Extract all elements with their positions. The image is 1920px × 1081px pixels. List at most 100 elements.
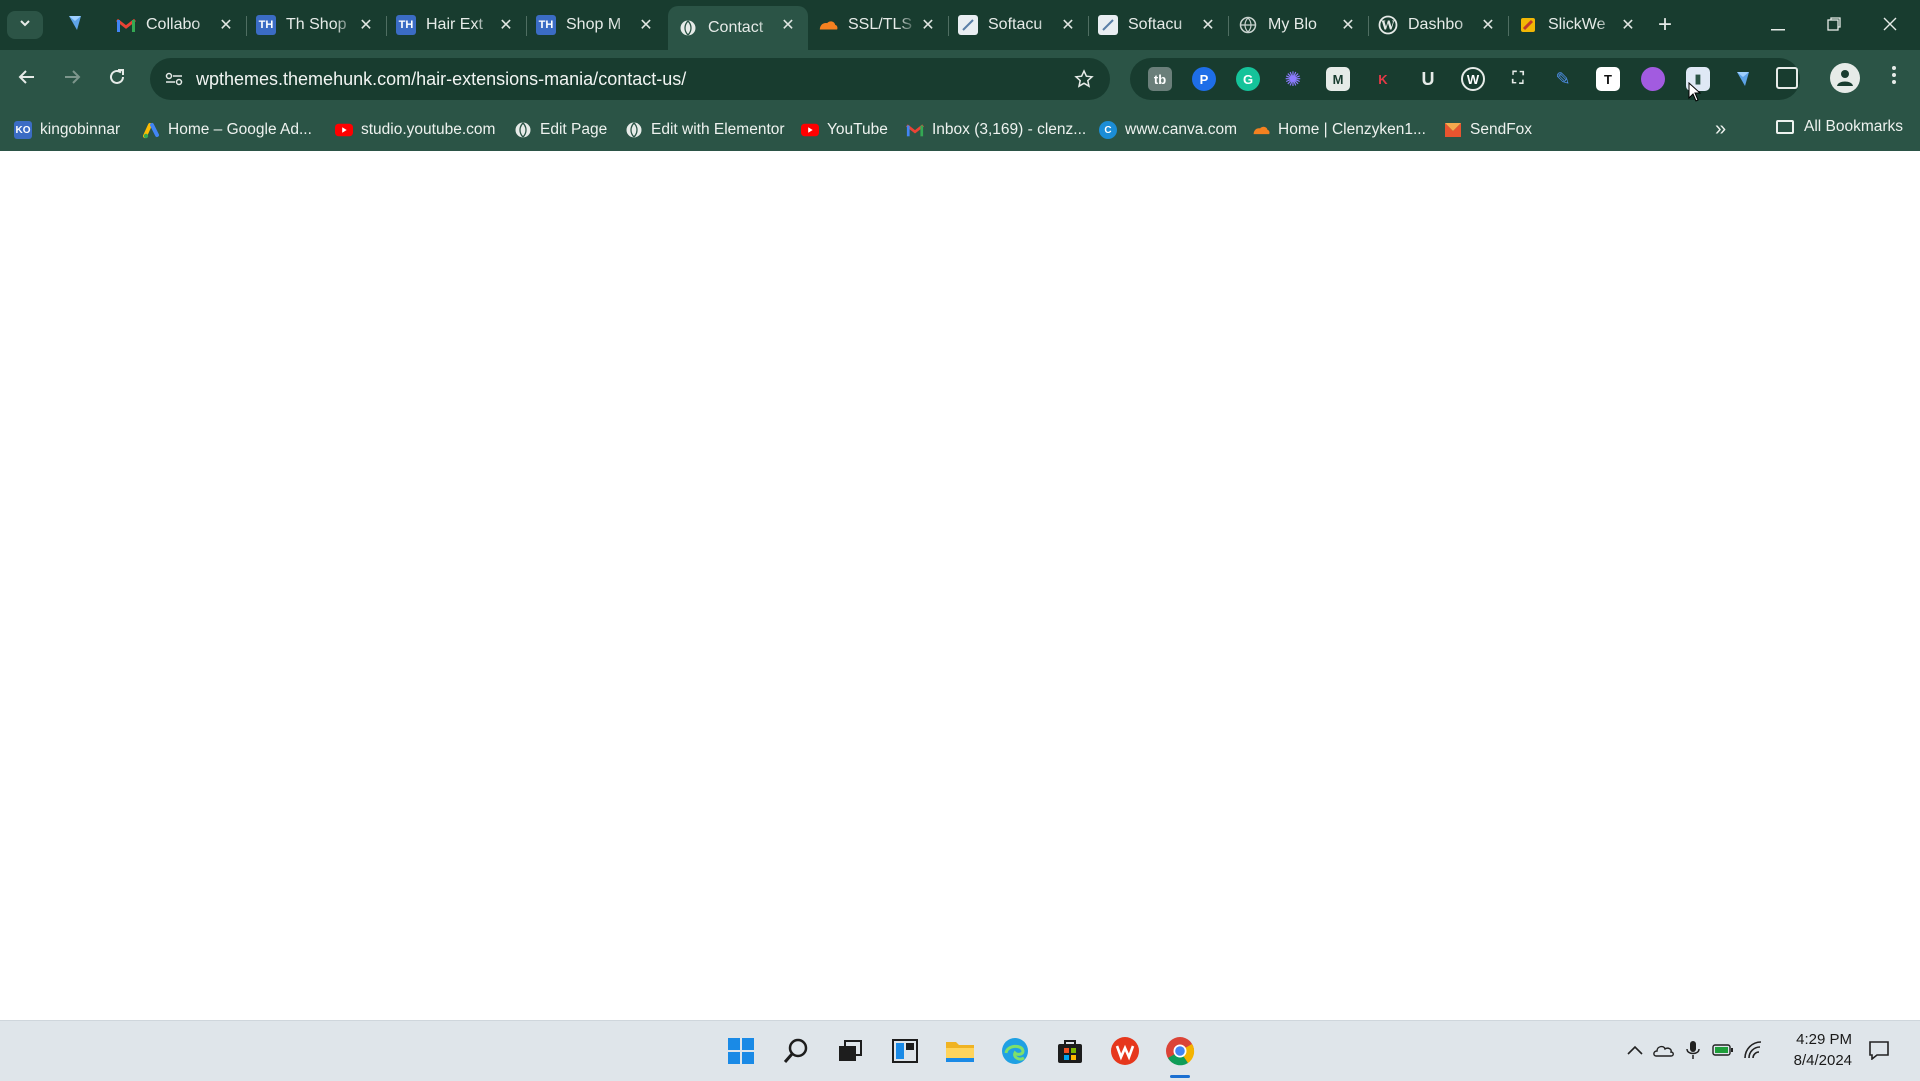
bookmark-item[interactable]: KO kingobinnar bbox=[14, 118, 120, 142]
file-explorer-icon[interactable] bbox=[940, 1031, 980, 1071]
close-icon[interactable]: ✕ bbox=[1478, 15, 1498, 35]
address-url[interactable]: wpthemes.themehunk.com/hair-extensions-m… bbox=[196, 69, 686, 90]
bookmark-item[interactable]: Home – Google Ad... bbox=[142, 118, 312, 142]
tab-active[interactable]: Contact ✕ bbox=[668, 6, 808, 50]
wifi-icon[interactable] bbox=[1742, 1039, 1764, 1061]
ko-icon: KO bbox=[14, 121, 32, 139]
page-viewport[interactable] bbox=[0, 151, 1920, 1020]
bookmark-item[interactable]: YouTube bbox=[801, 118, 888, 142]
tab[interactable]: Softacu ✕ bbox=[1088, 6, 1228, 44]
bookmark-star-icon[interactable] bbox=[1072, 67, 1096, 91]
profile-avatar[interactable] bbox=[1830, 63, 1860, 93]
extensions-puzzle-icon[interactable] bbox=[1776, 67, 1798, 89]
wordpress-detector-icon[interactable]: W bbox=[1461, 67, 1485, 91]
forward-button[interactable] bbox=[55, 62, 89, 96]
tab[interactable]: Softacu ✕ bbox=[948, 6, 1088, 44]
bookmark-label: SendFox bbox=[1470, 121, 1533, 138]
bookmark-label: YouTube bbox=[827, 121, 888, 138]
tab[interactable]: W Dashbo ✕ bbox=[1368, 6, 1508, 44]
tab-search-button[interactable] bbox=[7, 11, 43, 39]
grammarly-icon[interactable]: G bbox=[1236, 67, 1260, 91]
close-icon[interactable]: ✕ bbox=[1338, 15, 1358, 35]
close-icon[interactable]: ✕ bbox=[356, 15, 376, 35]
tab[interactable]: TH Th Shop ✕ bbox=[246, 6, 386, 44]
bookmark-label: Home | Clenzyken1... bbox=[1278, 121, 1426, 138]
quill-pen-icon[interactable]: ✎ bbox=[1551, 67, 1575, 91]
close-icon[interactable]: ✕ bbox=[1618, 15, 1638, 35]
close-window-button[interactable] bbox=[1862, 0, 1918, 50]
sendfox-icon bbox=[1444, 121, 1462, 139]
task-view-icon[interactable] bbox=[830, 1031, 870, 1071]
bookmark-item[interactable]: Edit Page bbox=[514, 118, 607, 142]
tab[interactable]: My Blo ✕ bbox=[1228, 6, 1368, 44]
close-icon[interactable]: ✕ bbox=[496, 15, 516, 35]
wps-office-icon[interactable] bbox=[1105, 1031, 1145, 1071]
close-icon[interactable]: ✕ bbox=[778, 15, 798, 35]
bookmark-item[interactable]: Inbox (3,169) - clenz... bbox=[906, 118, 1086, 142]
mouse-cursor-icon bbox=[1688, 82, 1702, 102]
back-button[interactable] bbox=[10, 62, 44, 96]
bookmark-item[interactable]: SendFox bbox=[1444, 118, 1532, 142]
search-icon[interactable] bbox=[776, 1031, 816, 1071]
edge-icon[interactable] bbox=[995, 1031, 1035, 1071]
bookmark-item[interactable]: Home | Clenzyken1... bbox=[1252, 118, 1426, 142]
site-info-icon[interactable] bbox=[162, 67, 186, 91]
perplexity-icon[interactable]: ✺ bbox=[1281, 67, 1305, 91]
chrome-icon[interactable] bbox=[1160, 1031, 1200, 1078]
close-icon[interactable]: ✕ bbox=[918, 15, 938, 35]
loom-icon[interactable] bbox=[1641, 67, 1665, 91]
bookmark-label: Edit with Elementor bbox=[651, 121, 785, 138]
bookmark-item[interactable]: C www.canva.com bbox=[1099, 118, 1237, 142]
address-bar[interactable]: wpthemes.themehunk.com/hair-extensions-m… bbox=[150, 58, 1110, 100]
more-bookmarks-button[interactable]: » bbox=[1715, 118, 1726, 141]
widgets-icon[interactable] bbox=[885, 1031, 925, 1071]
tab-title: Dashbo bbox=[1408, 16, 1464, 33]
close-icon[interactable]: ✕ bbox=[1058, 15, 1078, 35]
windows-start-icon[interactable] bbox=[721, 1031, 761, 1071]
toolbox-icon[interactable]: tb bbox=[1148, 67, 1172, 91]
close-icon[interactable]: ✕ bbox=[216, 15, 236, 35]
reload-button[interactable] bbox=[100, 62, 134, 96]
notification-icon[interactable] bbox=[1866, 1037, 1892, 1063]
tab-title: Th Shop bbox=[286, 16, 347, 33]
pinterest-saver-icon[interactable]: P bbox=[1192, 67, 1216, 91]
microphone-icon[interactable] bbox=[1682, 1039, 1704, 1061]
system-clock[interactable]: 4:29 PM 8/4/2024 bbox=[1772, 1029, 1852, 1071]
tab[interactable]: TH Hair Ext ✕ bbox=[386, 6, 526, 44]
onedrive-icon[interactable] bbox=[1653, 1039, 1675, 1061]
gmail-m-icon[interactable]: M bbox=[1326, 67, 1350, 91]
globe-icon bbox=[678, 18, 698, 38]
wordpress-icon: W bbox=[1378, 15, 1398, 35]
pinned-tab[interactable] bbox=[58, 9, 92, 41]
keywords-k-icon[interactable]: K bbox=[1371, 67, 1395, 91]
pin-icon[interactable] bbox=[1731, 67, 1755, 91]
user-icon bbox=[1834, 66, 1856, 91]
canva-icon: C bbox=[1099, 121, 1117, 139]
close-icon[interactable]: ✕ bbox=[636, 15, 656, 35]
minimize-button[interactable] bbox=[1750, 0, 1806, 50]
chevron-up-icon[interactable] bbox=[1624, 1039, 1646, 1061]
chevron-double-right-icon: » bbox=[1715, 118, 1727, 140]
store-icon[interactable] bbox=[1050, 1031, 1090, 1071]
new-tab-button[interactable]: + bbox=[1650, 10, 1680, 40]
tab[interactable]: TH Shop M ✕ bbox=[526, 6, 666, 44]
ubersuggest-icon[interactable]: U bbox=[1416, 67, 1440, 91]
browser-menu-button[interactable] bbox=[1880, 62, 1908, 94]
bookmark-label: studio.youtube.com bbox=[361, 121, 496, 138]
bookmark-item[interactable]: studio.youtube.com bbox=[335, 118, 495, 142]
more-vertical-icon bbox=[1891, 65, 1897, 91]
restore-button[interactable] bbox=[1806, 0, 1862, 50]
close-icon[interactable]: ✕ bbox=[1198, 15, 1218, 35]
all-bookmarks-button[interactable]: All Bookmarks bbox=[1776, 118, 1903, 136]
tab[interactable]: SSL/TLS ✕ bbox=[808, 6, 948, 44]
battery-icon[interactable] bbox=[1712, 1039, 1734, 1061]
notion-icon[interactable]: T bbox=[1596, 67, 1620, 91]
bookmark-item[interactable]: Edit with Elementor bbox=[625, 118, 785, 142]
windows-taskbar: 4:29 PM 8/4/2024 bbox=[0, 1020, 1920, 1081]
cloudflare-icon bbox=[1252, 121, 1270, 139]
tab[interactable]: SlickWe ✕ bbox=[1508, 6, 1648, 44]
tab-title: Hair Ext bbox=[426, 16, 483, 33]
cloudflare-icon bbox=[818, 15, 838, 35]
screenshot-icon[interactable]: ⛶ bbox=[1506, 67, 1530, 91]
tab[interactable]: Collabo ✕ bbox=[106, 6, 246, 44]
